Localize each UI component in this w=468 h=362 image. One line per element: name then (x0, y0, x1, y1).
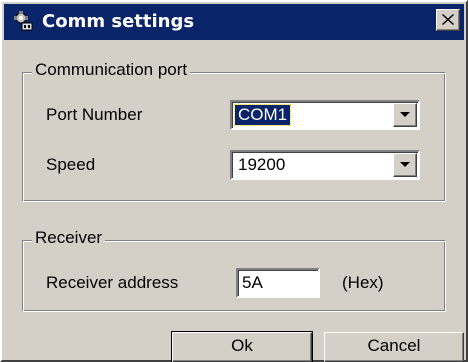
hex-unit-label: (Hex) (342, 273, 384, 292)
dialog-title: Comm settings (42, 11, 195, 32)
ok-button[interactable]: Ok (171, 331, 313, 362)
close-icon (442, 14, 454, 25)
port-number-label: Port Number (46, 105, 143, 124)
close-button[interactable] (436, 9, 460, 31)
port-number-select[interactable]: COM1 (230, 100, 420, 130)
receiver-address-label: Receiver address (46, 273, 179, 292)
receiver-address-input[interactable] (236, 268, 320, 298)
chevron-down-icon (400, 112, 410, 117)
speed-select[interactable]: 19200 (230, 150, 420, 180)
port-number-dropdown-button[interactable] (393, 103, 417, 127)
title-bar[interactable]: Comm settings (4, 4, 464, 40)
communication-port-legend: Communication port (32, 60, 191, 80)
port-number-value: COM1 (233, 104, 292, 126)
receiver-legend: Receiver (32, 228, 106, 248)
speed-label: Speed (46, 155, 96, 174)
speed-value: 19200 (238, 155, 286, 174)
chevron-down-icon (400, 162, 410, 167)
cancel-button[interactable]: Cancel (324, 332, 464, 362)
communication-port-group (22, 72, 446, 202)
settings-plug-icon (12, 10, 36, 34)
comm-settings-dialog: Comm settings Communication port Port Nu… (0, 0, 468, 362)
speed-dropdown-button[interactable] (393, 153, 417, 177)
